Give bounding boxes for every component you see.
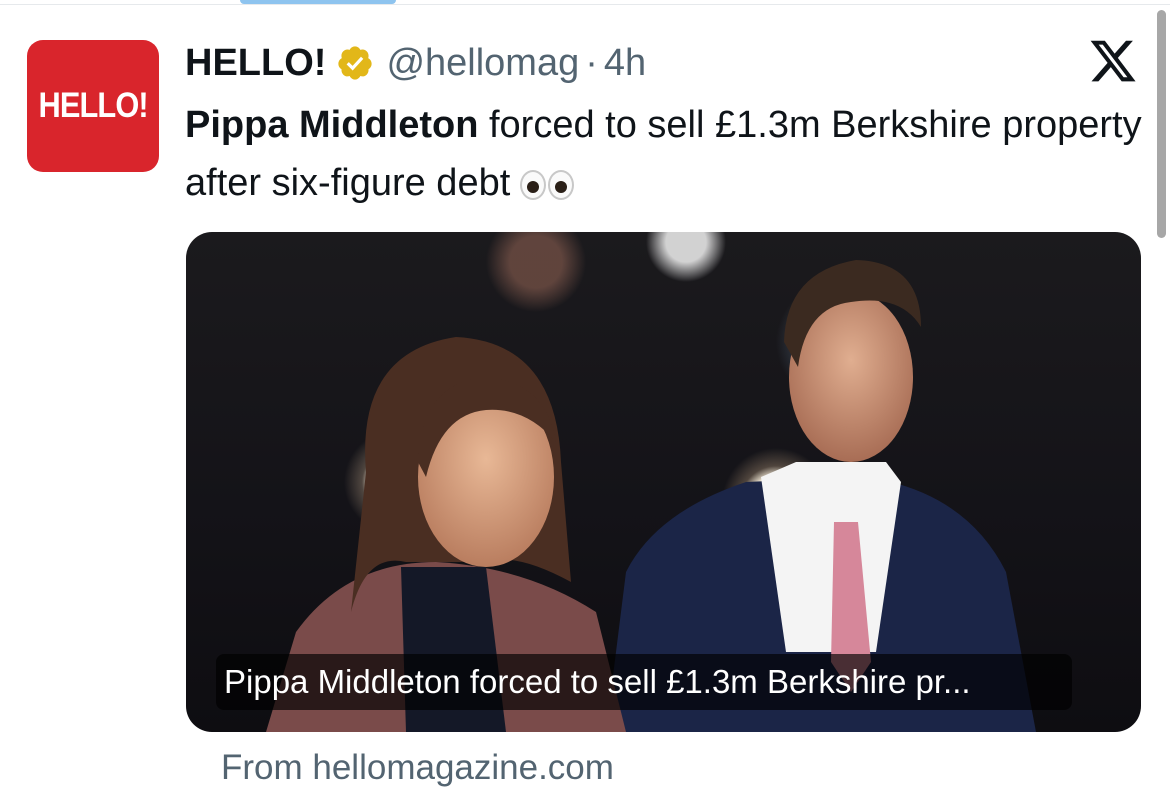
avatar-logo-text: HELLO! [38, 86, 148, 125]
x-logo-icon[interactable] [1088, 36, 1138, 86]
card-source[interactable]: From hellomagazine.com [221, 748, 614, 788]
tweet-text: Pippa Middleton forced to sell £1.3m Ber… [185, 96, 1155, 212]
right-eye-icon [548, 169, 575, 200]
tweet-bold-name[interactable]: Pippa Middleton [185, 104, 478, 146]
man-shirt [761, 462, 901, 652]
author-name[interactable]: HELLO! [185, 42, 326, 85]
tweet-header: HELLO! @hellomag · 4h [185, 38, 646, 88]
top-divider [0, 4, 1170, 5]
separator-dot: · [585, 41, 598, 84]
scrollbar[interactable] [1157, 10, 1166, 238]
left-eye-icon [520, 169, 547, 200]
verified-badge-icon [338, 46, 373, 80]
eyes-emoji-icon [520, 169, 575, 200]
timestamp[interactable]: 4h [604, 42, 646, 85]
avatar[interactable]: HELLO! [27, 40, 159, 172]
card-caption[interactable]: Pippa Middleton forced to sell £1.3m Ber… [216, 654, 1072, 710]
author-handle[interactable]: @hellomag [386, 42, 579, 85]
